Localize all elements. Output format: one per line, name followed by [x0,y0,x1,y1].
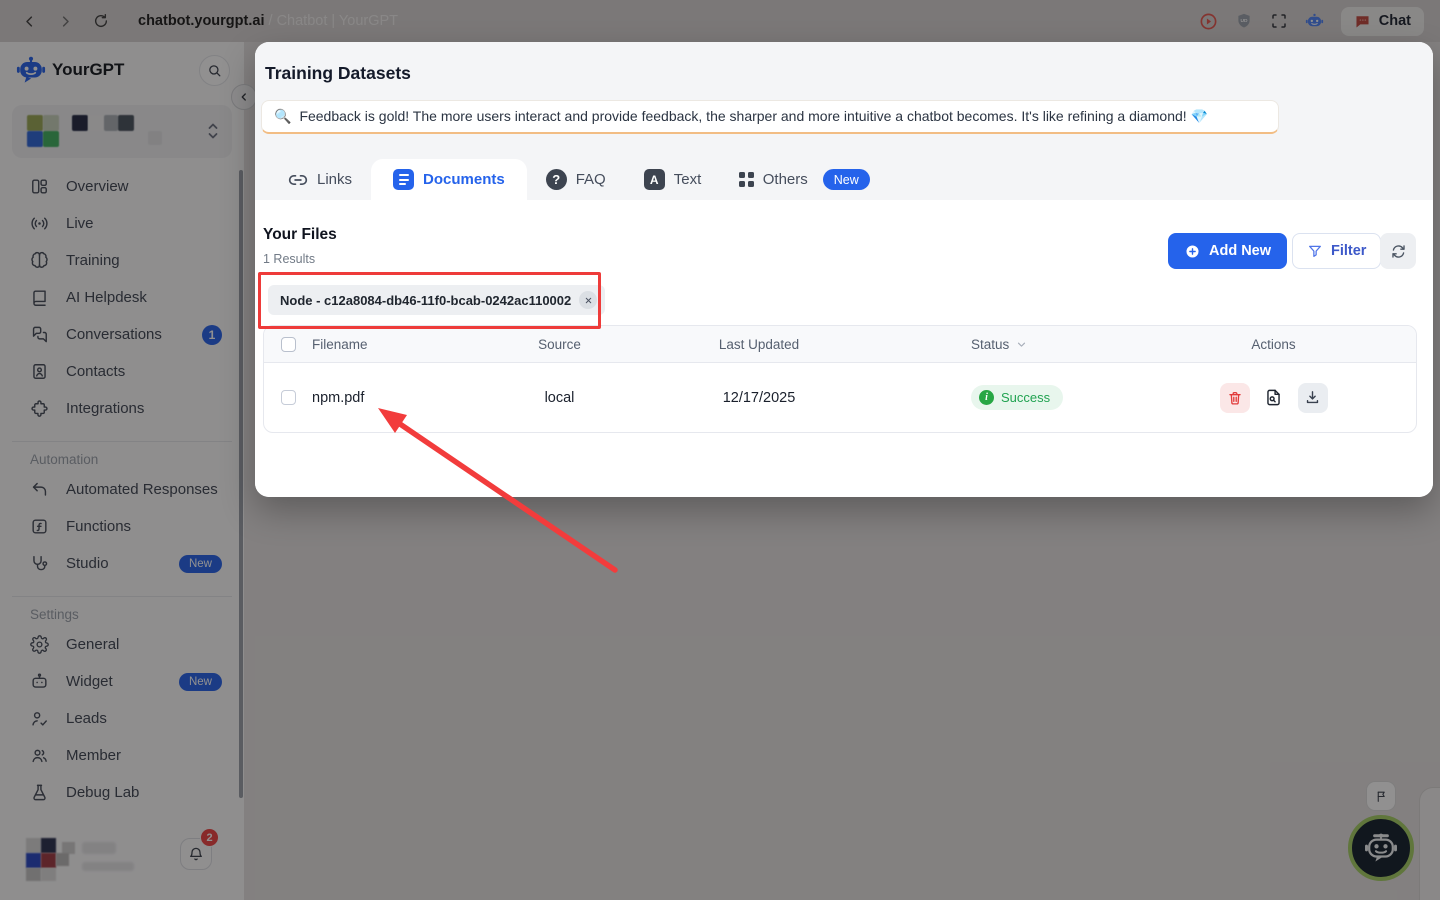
tab-faq[interactable]: ? FAQ [527,159,625,200]
delete-file-button[interactable] [1220,383,1250,413]
table-row: npm.pdf local 12/17/2025 i Success [264,363,1416,432]
close-icon [584,296,593,305]
column-status[interactable]: Status [871,337,1181,352]
refresh-button[interactable] [1380,233,1416,269]
your-files-heading: Your Files [263,226,337,244]
column-last-updated: Last Updated [647,337,871,352]
others-new-badge: New [823,169,870,190]
document-icon [393,169,414,190]
refresh-icon [1390,243,1407,260]
filter-chip: Node - c12a8084-db46-11f0-bcab-0242ac110… [268,285,605,315]
filter-chip-label: Node - c12a8084-db46-11f0-bcab-0242ac110… [280,293,571,308]
download-file-button[interactable] [1298,383,1328,413]
dataset-tabs: Links Documents ? FAQ A Text Others [269,159,889,200]
tab-text[interactable]: A Text [625,159,721,200]
screen: chatbot.yourgpt.ai / Chatbot | YourGPT U… [0,0,1440,900]
results-count: 1 Results [263,252,315,266]
tip-banner: 🔍 Feedback is gold! The more users inter… [261,100,1279,134]
download-icon [1304,389,1321,406]
cell-source: local [472,390,647,406]
row-checkbox[interactable] [281,390,296,405]
files-table: Filename Source Last Updated Status Acti… [263,325,1417,433]
tab-documents[interactable]: Documents [371,159,527,200]
tip-text: Feedback is gold! The more users interac… [299,108,1208,125]
plus-circle-icon [1184,243,1201,260]
filter-button[interactable]: Filter [1292,233,1381,269]
magnifier-emoji-icon: 🔍 [274,108,291,125]
add-new-button[interactable]: Add New [1168,233,1287,269]
training-datasets-panel: Training Datasets 🔍 Feedback is gold! Th… [255,42,1433,497]
chevron-down-icon [1015,338,1028,351]
grid-dots-icon [739,172,754,187]
link-icon [288,170,308,190]
view-file-button[interactable] [1259,383,1289,413]
select-all-checkbox[interactable] [281,337,296,352]
funnel-icon [1307,243,1323,259]
tab-links[interactable]: Links [269,159,371,200]
column-source: Source [472,337,647,352]
page-title: Training Datasets [265,63,411,84]
cell-filename: npm.pdf [312,390,472,406]
column-actions: Actions [1181,337,1416,352]
table-header-row: Filename Source Last Updated Status Acti… [264,326,1416,363]
info-icon: i [979,390,994,405]
trash-icon [1227,390,1243,406]
cell-last-updated: 12/17/2025 [647,390,871,406]
column-filename: Filename [312,337,472,352]
remove-filter-button[interactable] [579,291,597,309]
letter-a-icon: A [644,169,665,190]
status-badge: i Success [971,385,1063,410]
help-circle-icon: ? [546,169,567,190]
tab-others[interactable]: Others New [720,159,889,200]
file-search-icon [1264,388,1283,407]
